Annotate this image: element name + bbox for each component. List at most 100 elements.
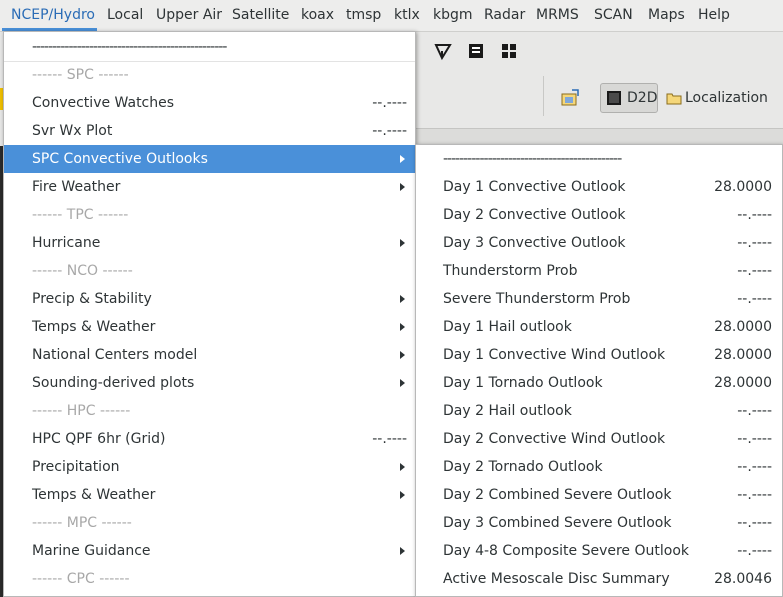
submenu-item-value: --.---- [737,207,772,223]
submenu-item-value: --.---- [737,291,772,307]
submenu-arrow-icon [400,155,405,163]
submenu-item-label: Day 2 Hail outlook [443,403,572,419]
menu-item-label: Temps & Weather [32,487,156,503]
menu-item-label: Marine Guidance [32,543,151,559]
submenu-item-value: --.---- [737,263,772,279]
menu-mrms[interactable]: MRMS [536,0,579,31]
menu-item-marine-guidance[interactable]: Marine Guidance [4,537,415,565]
submenu-item[interactable]: Day 2 Tornado Outlook --.---- [416,453,782,481]
submenu-item-value: --.---- [737,235,772,251]
select-pointer-icon[interactable] [433,41,453,61]
submenu-item[interactable]: Day 1 Convective Wind Outlook 28.0000 [416,341,782,369]
submenu-item-label: Thunderstorm Prob [443,263,578,279]
menu-item-label: Hurricane [32,235,101,251]
menu-item-value: --.---- [372,95,407,111]
submenu-arrow-icon [400,379,405,387]
menu-upper-air[interactable]: Upper Air [156,0,222,31]
submenu-arrow-icon [400,351,405,359]
menu-item-label: HPC QPF 6hr (Grid) [32,431,166,447]
menu-item-value: --.---- [372,123,407,139]
localization-label: Localization [685,90,768,106]
menu-local[interactable]: Local [107,0,143,31]
separator-label: ------ TPC ------ [32,207,129,223]
submenu-item[interactable]: Day 2 Hail outlook --.---- [416,397,782,425]
submenu-item[interactable]: Day 2 Convective Wind Outlook --.---- [416,425,782,453]
separator-label: ------ SPC ------ [32,67,129,83]
submenu-item-value: --.---- [737,515,772,531]
menu-item-fire-weather[interactable]: Fire Weather [4,173,415,201]
menu-item-hpc-qpf[interactable]: HPC QPF 6hr (Grid) --.---- [4,425,415,453]
menu-item-sounding-derived-plots[interactable]: Sounding-derived plots [4,369,415,397]
menu-help[interactable]: Help [698,0,730,31]
menu-item-label: National Centers model [32,347,198,363]
menu-item-national-centers-model[interactable]: National Centers model [4,341,415,369]
submenu-item-label: Day 1 Tornado Outlook [443,375,603,391]
submenu-item[interactable]: Severe Thunderstorm Prob --.---- [416,285,782,313]
submenu-item[interactable]: Day 2 Combined Severe Outlook --.---- [416,481,782,509]
four-panel-icon[interactable] [499,41,519,61]
menu-satellite[interactable]: Satellite [232,0,289,31]
menu-koax[interactable]: koax [301,0,334,31]
submenu-item[interactable]: Day 1 Hail outlook 28.0000 [416,313,782,341]
submenu-arrow-icon [400,239,405,247]
submenu-item[interactable]: Day 4-8 Composite Severe Outlook --.---- [416,537,782,565]
submenu-item[interactable]: Day 3 Combined Severe Outlook --.---- [416,509,782,537]
menu-item-value: --.---- [372,431,407,447]
separator-label: ------ HPC ------ [32,403,131,419]
submenu-item[interactable]: Day 1 Convective Outlook 28.0000 [416,173,782,201]
menu-separator: ------ NCO ------ [4,257,415,285]
submenu-item[interactable]: Active Mesoscale Disc Summary 28.0046 [416,565,782,593]
submenu-item-label: Day 3 Convective Outlook [443,235,626,251]
submenu-item-value: --.---- [737,403,772,419]
menu-item-label: Precipitation [32,459,120,475]
menu-item-spc-convective-outlooks[interactable]: SPC Convective Outlooks [4,145,415,173]
menu-item-convective-watches[interactable]: Convective Watches --.---- [4,89,415,117]
tear-off-line[interactable]: ----------------------------------------… [4,33,415,62]
submenu-item-label: Active Mesoscale Disc Summary [443,571,670,587]
menu-item-svr-wx-plot[interactable]: Svr Wx Plot --.---- [4,117,415,145]
submenu-item[interactable]: Day 3 Convective Outlook --.---- [416,229,782,257]
submenu-item[interactable]: Day 1 Tornado Outlook 28.0000 [416,369,782,397]
ncep-hydro-dropdown: ----------------------------------------… [3,31,416,597]
menu-separator: ------ TPC ------ [4,201,415,229]
submenu-arrow-icon [400,463,405,471]
submenu-item-value: 28.0000 [714,319,772,335]
open-perspective-icon[interactable] [560,88,580,108]
menu-scan[interactable]: SCAN [594,0,633,31]
d2d-label: D2D [627,90,658,106]
separator-label: ------ CPC ------ [32,571,130,587]
menu-radar[interactable]: Radar [484,0,525,31]
submenu-item-label: Day 1 Convective Outlook [443,179,626,195]
menu-tmsp[interactable]: tmsp [346,0,381,31]
submenu-arrow-icon [400,323,405,331]
submenu-item-value: --.---- [737,431,772,447]
menu-item-label: Precip & Stability [32,291,152,307]
menu-item-label: Temps & Weather [32,319,156,335]
menu-separator: ------ CPC ------ [4,565,415,593]
d2d-perspective-button[interactable]: D2D [600,83,658,113]
submenu-item[interactable]: Day 2 Convective Outlook --.---- [416,201,782,229]
menu-ncep-hydro[interactable]: NCEP/Hydro [11,0,95,31]
separator-label: ------ NCO ------ [32,263,133,279]
menu-maps[interactable]: Maps [648,0,685,31]
menu-item-temps-weather-hpc[interactable]: Temps & Weather [4,481,415,509]
tear-off-line[interactable]: ----------------------------------------… [416,145,782,173]
submenu-item-value: --.---- [737,459,772,475]
submenu-item-label: Day 2 Tornado Outlook [443,459,603,475]
single-panel-icon[interactable] [466,41,486,61]
view-tab-bar [415,128,783,145]
menu-item-temps-weather[interactable]: Temps & Weather [4,313,415,341]
submenu-item-label: Day 1 Hail outlook [443,319,572,335]
submenu-item-value: 28.0000 [714,179,772,195]
d2d-icon [607,91,621,105]
menu-item-precipitation[interactable]: Precipitation [4,453,415,481]
submenu-item-label: Day 2 Convective Outlook [443,207,626,223]
menu-item-label: Svr Wx Plot [32,123,113,139]
submenu-item[interactable]: Thunderstorm Prob --.---- [416,257,782,285]
menu-item-precip-stability[interactable]: Precip & Stability [4,285,415,313]
toolbar-separator [543,76,544,116]
menu-item-hurricane[interactable]: Hurricane [4,229,415,257]
submenu-arrow-icon [400,491,405,499]
menu-ktlx[interactable]: ktlx [394,0,420,31]
menu-kbgm[interactable]: kbgm [433,0,473,31]
